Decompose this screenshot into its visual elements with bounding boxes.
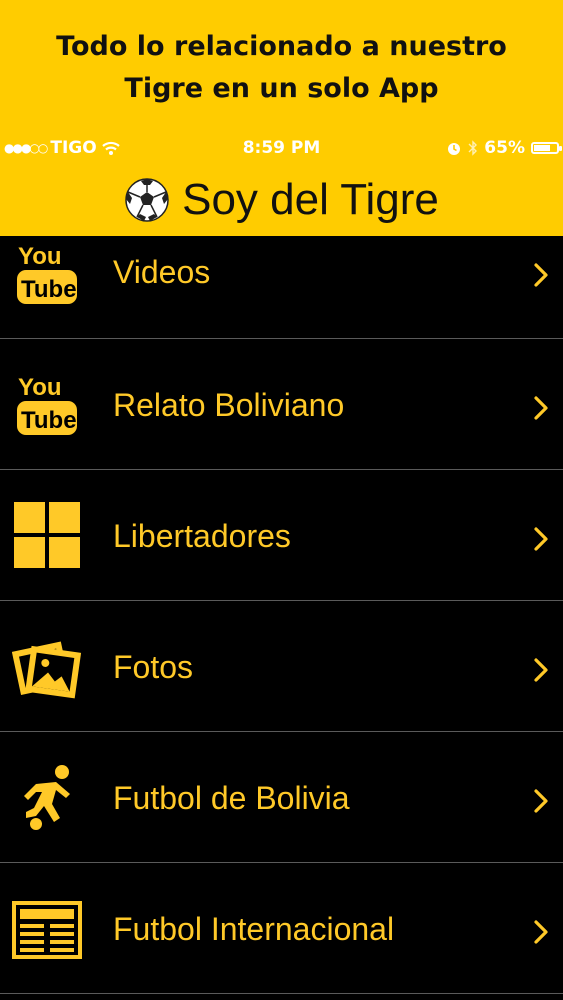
menu-item-relato-boliviano[interactable]: You Tube Relato Boliviano — [0, 339, 563, 470]
menu-item-videos[interactable]: You Tube Videos — [0, 236, 563, 339]
menu-label: Fotos — [113, 649, 194, 685]
svg-text:You: You — [18, 243, 62, 270]
menu-label: Futbol Internacional — [113, 911, 395, 947]
page-title: Soy del Tigre — [182, 175, 439, 224]
soccer-ball-icon — [125, 178, 169, 222]
menu-item-futbol-internacional[interactable]: Futbol Internacional — [0, 863, 563, 994]
menu-label: Libertadores — [113, 518, 291, 554]
battery-icon — [531, 142, 562, 154]
svg-text:You: You — [18, 374, 62, 401]
chevron-right-icon — [534, 263, 548, 287]
battery-percent: 65% — [484, 138, 525, 158]
svg-text:Tube: Tube — [21, 276, 77, 303]
svg-text:Tube: Tube — [21, 407, 77, 434]
newspaper-icon — [12, 901, 82, 959]
soccer-player-icon — [24, 765, 70, 830]
youtube-icon: You Tube — [17, 374, 77, 435]
chevron-right-icon — [534, 658, 548, 682]
nav-bar: Soy del Tigre — [0, 164, 563, 236]
youtube-icon: You Tube — [17, 243, 77, 304]
promo-line-1: Todo lo relacionado a nuestro — [56, 31, 507, 62]
status-bar: ●●●○○ TIGO 8:59 PM 65% — [0, 132, 563, 164]
grid-icon — [14, 502, 80, 568]
menu-item-libertadores[interactable]: Libertadores — [0, 470, 563, 601]
chevron-right-icon — [534, 789, 548, 813]
menu-item-fotos[interactable]: Fotos — [0, 601, 563, 732]
menu-item-futbol-de-bolivia[interactable]: Futbol de Bolivia — [0, 732, 563, 863]
bluetooth-icon — [468, 140, 478, 156]
menu-label: Relato Boliviano — [113, 387, 345, 423]
menu-list: You Tube Videos You Tube Relato Bolivian… — [0, 236, 563, 994]
menu-label: Videos — [113, 254, 211, 290]
alarm-icon — [448, 143, 461, 155]
promo-banner: Todo lo relacionado a nuestro Tigre en u… — [0, 0, 563, 132]
photos-icon — [12, 641, 82, 699]
menu-label: Futbol de Bolivia — [113, 780, 350, 816]
chevron-right-icon — [534, 527, 548, 551]
chevron-right-icon — [534, 396, 548, 420]
promo-line-2: Tigre en un solo App — [124, 73, 439, 104]
chevron-right-icon — [534, 920, 548, 944]
